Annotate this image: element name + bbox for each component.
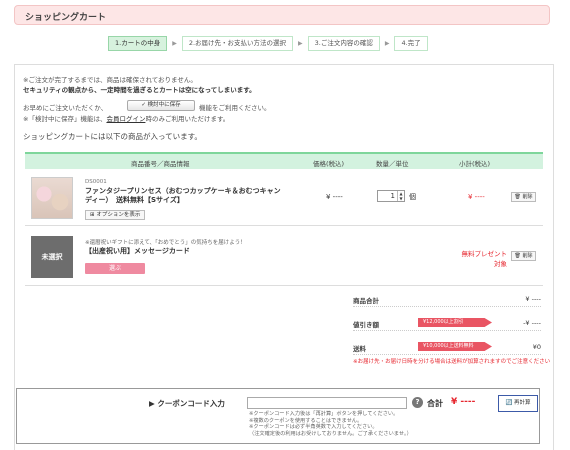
discount-value: -¥ ---- — [523, 319, 541, 327]
header-qty: 数量／単位 — [376, 160, 409, 168]
header-product: 商品番号／商品情報 — [131, 160, 190, 168]
shipping-label: 送料 — [353, 345, 366, 353]
save-notice-prefix: お早めにご注文いただくか、 — [23, 104, 108, 112]
header-subtotal: 小計(税込) — [459, 160, 491, 168]
free-present-label: 無料プレゼント 対象 — [457, 248, 508, 268]
table-row: DS0001 ファンタジープリンセス（おむつカップケーキ＆おむつキャン ディー）… — [25, 169, 543, 226]
coupon-code-input[interactable] — [247, 397, 407, 409]
free-present-line1: 無料プレゼント — [461, 250, 508, 258]
delete-item-button[interactable]: 🗑 削除 — [511, 192, 536, 202]
step-complete: 4.完了 — [394, 36, 428, 51]
coupon-notes: ※クーポンコード入力後は「再計算」ボタンを押してください。 ※複数のクーポンを使… — [249, 411, 412, 437]
page-header: ショッピングカート — [14, 5, 550, 25]
shipping-note: ※お届け先・お届け日時を分ける場合は送料が加算されますのでご注意ください — [353, 359, 551, 365]
coupon-section: ▶ クーポンコード入力 ? 合計 ¥ ---- 🔄 再計算 ※クーポンコード入力… — [16, 388, 540, 444]
notice-line2: セキュリティの観点から、一定時間を過ぎるとカートは空になってしまいます。 — [23, 86, 256, 94]
cart-intro: ショッピングカートには以下の商品が入っています。 — [23, 132, 202, 141]
total-label: 合計 — [427, 399, 443, 408]
product-code: DS0001 — [85, 179, 107, 185]
coupon-note: （注文確定後の利用はお受けしておりません。ご了承くださいませ。） — [249, 430, 412, 437]
recalculate-button[interactable]: 🔄 再計算 — [498, 395, 538, 412]
header-price: 価格(税込) — [313, 160, 345, 168]
message-card-note: ※還暦祝いギフトに添えて、「おめでとう」の気持ちを届けよう！ — [85, 240, 246, 246]
coupon-label: ▶ クーポンコード入力 — [149, 399, 225, 408]
discount-badge: ¥12,000以上割引 — [418, 318, 492, 327]
quantity-unit: 個 — [409, 193, 416, 201]
save-notice-suffix: 機能をご利用ください。 — [199, 104, 271, 112]
login-notice-prefix: ※「検討中に保存」機能は、 — [23, 115, 107, 123]
summary-shipping: 送料 ¥10,000以上送料無料 ¥0 — [353, 339, 541, 355]
product-image[interactable] — [31, 177, 73, 219]
message-card-name: 【出産祝い用】メッセージカード — [85, 247, 190, 255]
item-price: ¥ ---- — [326, 193, 343, 201]
summary-subtotal: 商品合計 ¥ ---- — [353, 291, 541, 307]
step-confirm: 3.ご注文内容の確認 — [307, 36, 380, 51]
notice-line1: ※ご注文が完了するまでは、商品は確保されておりません。 — [23, 76, 197, 84]
product-name-line2: ディー） 送料無料【Sサイズ】 — [85, 196, 184, 204]
save-for-later-button[interactable]: ✓ 検討中に保存 — [127, 100, 195, 111]
checkout-steps: 1.カートの中身 ▶ 2.お届け先・お支払い方法の選択 ▶ 3.ご注文内容の確認… — [108, 36, 428, 51]
select-card-button[interactable]: 選ぶ — [85, 263, 145, 274]
step-cart: 1.カートの中身 — [108, 36, 168, 51]
step-separator-icon: ▶ — [384, 40, 390, 47]
login-notice: ※「検討中に保存」機能は、会員ログイン時のみご利用いただけます。 — [23, 113, 229, 123]
quantity-value: 1 — [390, 192, 395, 200]
show-options-button[interactable]: ⊞ オプションを表示 — [85, 210, 146, 220]
total-value: ¥ ---- — [451, 397, 476, 407]
quantity-stepper[interactable]: 1 ▲ ▼ — [377, 190, 405, 202]
free-present-line2: 対象 — [494, 260, 507, 268]
help-icon[interactable]: ? — [412, 397, 423, 408]
shipping-badge: ¥10,000以上送料無料 — [418, 342, 492, 351]
delete-card-button[interactable]: 🗑 削除 — [511, 251, 536, 261]
member-login-link[interactable]: 会員ログイン — [106, 115, 145, 123]
item-subtotal: ¥ ---- — [468, 193, 485, 201]
step-separator-icon: ▶ — [298, 40, 303, 47]
summary-discount: 値引き額 ¥12,000以上割引 -¥ ---- — [353, 315, 541, 331]
spinner-arrows-icon[interactable]: ▲ ▼ — [397, 191, 404, 201]
cart-table-header: 商品番号／商品情報 価格(税込) 数量／単位 小計(税込) — [25, 152, 543, 169]
coupon-note: ※クーポンコード入力後は「再計算」ボタンを押してください。 — [249, 411, 399, 417]
page-title: ショッピングカート — [25, 13, 107, 23]
step-separator-icon: ▶ — [172, 40, 177, 47]
step-delivery-payment: 2.お届け先・お支払い方法の選択 — [181, 36, 294, 51]
coupon-note: ※クーポンコードは必ず半角英数で入力してください。 — [249, 424, 378, 431]
table-row: 未選択 ※還暦祝いギフトに添えて、「おめでとう」の気持ちを届けよう！ 【出産祝い… — [25, 226, 543, 286]
product-name-line1: ファンタジープリンセス（おむつカップケーキ＆おむつキャン — [85, 187, 281, 195]
shipping-value: ¥0 — [532, 343, 541, 351]
subtotal-value: ¥ ---- — [525, 295, 541, 303]
subtotal-label: 商品合計 — [353, 297, 379, 305]
product-name[interactable]: ファンタジープリンセス（おむつカップケーキ＆おむつキャン ディー） 送料無料【S… — [85, 187, 281, 205]
login-notice-suffix: 時のみご利用いただけます。 — [145, 115, 230, 123]
message-card-image: 未選択 — [31, 236, 73, 278]
discount-label: 値引き額 — [353, 321, 379, 329]
